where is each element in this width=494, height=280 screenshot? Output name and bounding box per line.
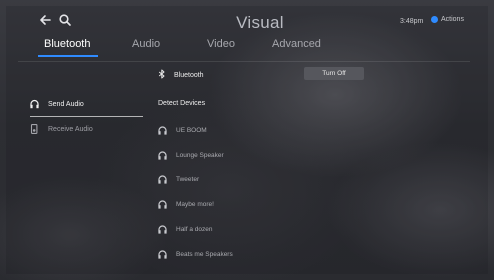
device-label: Lounge Speaker: [176, 151, 224, 159]
device-label: Half a dozen: [176, 225, 213, 233]
sidebar-selected-underline: [30, 116, 143, 117]
device-label: Tweeter: [176, 175, 200, 183]
headphones-icon: [158, 199, 167, 209]
sidebar-item-receive-audio[interactable]: Receive Audio: [30, 121, 93, 137]
device-label: Maybe more!: [176, 200, 214, 208]
sidebar-item-label: Receive Audio: [48, 125, 93, 133]
device-label: UE BOOM: [176, 126, 207, 134]
sidebar-item-label: Send Audio: [48, 100, 84, 108]
device-item[interactable]: Lounge Speaker: [158, 148, 224, 162]
device-item[interactable]: Half a dozen: [158, 222, 213, 236]
active-tab-indicator: [38, 55, 98, 57]
speaker-icon: [30, 124, 39, 134]
detect-devices-heading: Detect Devices: [158, 100, 206, 107]
sidebar-item-send-audio[interactable]: Send Audio: [30, 96, 84, 112]
tab-bluetooth[interactable]: Bluetooth: [44, 38, 90, 50]
turn-off-button[interactable]: Turn Off: [304, 67, 364, 80]
headphones-icon: [158, 174, 167, 184]
device-label: Beats me Speakers: [176, 250, 233, 258]
headphones-icon: [30, 99, 39, 109]
headphones-icon: [158, 125, 167, 135]
device-item[interactable]: UE BOOM: [158, 123, 207, 137]
bluetooth-row: Bluetooth: [158, 69, 204, 81]
actions-dot-icon: [431, 16, 438, 23]
clock-time: 3:48pm: [400, 18, 424, 25]
tab-advanced[interactable]: Advanced: [272, 38, 321, 50]
back-arrow-icon[interactable]: [38, 13, 52, 27]
headphones-icon: [158, 150, 167, 160]
headphones-icon: [158, 249, 167, 259]
page-title: Visual: [236, 13, 284, 32]
tab-video[interactable]: Video: [207, 38, 235, 50]
actions-label: Actions: [441, 16, 464, 23]
device-item[interactable]: Maybe more!: [158, 197, 214, 211]
header-divider: [18, 61, 470, 62]
bluetooth-label: Bluetooth: [174, 71, 204, 79]
device-item[interactable]: Beats me Speakers: [158, 247, 233, 261]
search-icon[interactable]: [58, 13, 72, 27]
actions-button[interactable]: Actions: [431, 16, 464, 23]
device-item[interactable]: Tweeter: [158, 172, 199, 186]
tab-audio[interactable]: Audio: [132, 38, 160, 50]
bluetooth-icon: [158, 69, 166, 81]
headphones-icon: [158, 224, 167, 234]
